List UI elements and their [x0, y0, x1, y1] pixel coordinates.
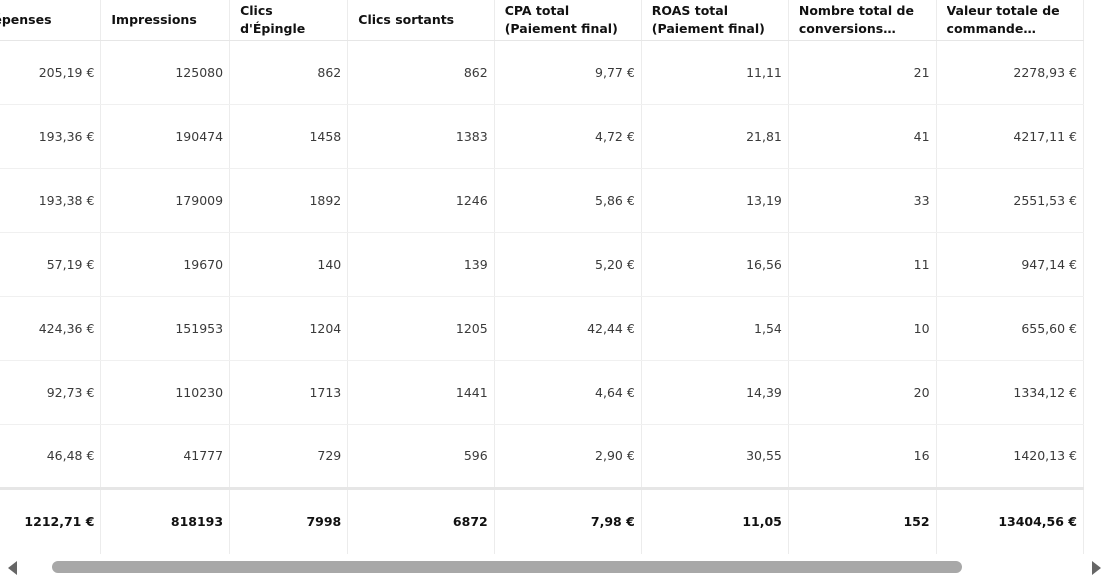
cell-outbound-clicks: 139: [347, 232, 495, 297]
cell-total-cpa: 5,86 €: [494, 168, 642, 233]
cell-outbound-clicks: 1205: [347, 296, 495, 361]
cell-spend: 205,19 €: [0, 40, 102, 105]
cell-total-conversions: 33: [788, 168, 937, 233]
cell-total-roas: 1,54: [641, 296, 789, 361]
cell-total-order-value: 1420,13 €: [936, 424, 1085, 489]
table-row: 46,48 € 41777 729 596 2,90 € 30,55 16 14…: [0, 424, 1085, 489]
table-row: 193,38 € 179009 1892 1246 5,86 € 13,19 3…: [0, 168, 1085, 233]
cell-total-conversions: 11: [788, 232, 937, 297]
cell-impressions: 19670: [100, 232, 231, 297]
cell-impressions: 125080: [100, 40, 231, 105]
cell-impressions: 41777: [100, 424, 231, 489]
column-header-spend[interactable]: Dépenses: [0, 0, 102, 41]
total-spend: 1212,71 €: [0, 486, 102, 554]
cell-impressions: 151953: [100, 296, 231, 361]
cell-spend: 46,48 €: [0, 424, 102, 489]
cell-outbound-clicks: 1246: [347, 168, 495, 233]
column-header-impressions[interactable]: Impressions: [100, 0, 231, 41]
report-table: Dépenses Impressions Clics d'Épingle Cli…: [0, 0, 1085, 554]
total-outbound-clicks: 6872: [347, 486, 495, 554]
cell-spend: 57,19 €: [0, 232, 102, 297]
header-row: Dépenses Impressions Clics d'Épingle Cli…: [0, 0, 1085, 41]
cell-impressions: 179009: [100, 168, 231, 233]
report-table-viewport: Dépenses Impressions Clics d'Épingle Cli…: [0, 0, 1111, 556]
cell-pin-clicks: 1713: [229, 360, 349, 425]
totals-row: 1212,71 € 818193 7998 6872 7,98 € 11,05 …: [0, 486, 1085, 554]
cell-total-order-value: 1334,12 €: [936, 360, 1085, 425]
table-row: 205,19 € 125080 862 862 9,77 € 11,11 21 …: [0, 40, 1085, 105]
cell-outbound-clicks: 1441: [347, 360, 495, 425]
cell-total-roas: 11,11: [641, 40, 789, 105]
cell-total-cpa: 5,20 €: [494, 232, 642, 297]
chevron-left-icon[interactable]: [8, 561, 17, 575]
cell-spend: 193,36 €: [0, 104, 102, 169]
scrollbar-thumb[interactable]: [52, 561, 962, 573]
horizontal-scrollbar[interactable]: [0, 556, 1111, 580]
cell-impressions: 190474: [100, 104, 231, 169]
cell-total-cpa: 4,72 €: [494, 104, 642, 169]
cell-total-cpa: 4,64 €: [494, 360, 642, 425]
cell-outbound-clicks: 596: [347, 424, 495, 489]
cell-total-cpa: 42,44 €: [494, 296, 642, 361]
cell-total-order-value: 947,14 €: [936, 232, 1085, 297]
cell-total-roas: 16,56: [641, 232, 789, 297]
cell-spend: 193,38 €: [0, 168, 102, 233]
cell-total-conversions: 16: [788, 424, 937, 489]
column-header-total-conversions[interactable]: Nombre total de conversions (Paiement fi…: [788, 0, 937, 41]
cell-total-order-value: 4217,11 €: [936, 104, 1085, 169]
column-header-outbound-clicks[interactable]: Clics sortants: [347, 0, 495, 41]
cell-pin-clicks: 1204: [229, 296, 349, 361]
cell-total-conversions: 21: [788, 40, 937, 105]
cell-total-cpa: 2,90 €: [494, 424, 642, 489]
cell-pin-clicks: 140: [229, 232, 349, 297]
cell-pin-clicks: 1458: [229, 104, 349, 169]
table-row: 424,36 € 151953 1204 1205 42,44 € 1,54 1…: [0, 296, 1085, 361]
cell-outbound-clicks: 1383: [347, 104, 495, 169]
total-conversions: 152: [788, 486, 937, 554]
cell-total-conversions: 20: [788, 360, 937, 425]
cell-outbound-clicks: 862: [347, 40, 495, 105]
column-header-total-order-value[interactable]: Valeur totale de commande (Paiement fina…: [936, 0, 1085, 41]
column-header-total-cpa[interactable]: CPA total (Paiement final): [494, 0, 642, 41]
cell-total-order-value: 655,60 €: [936, 296, 1085, 361]
scrollbar-track[interactable]: [20, 561, 1091, 573]
column-header-total-roas[interactable]: ROAS total (Paiement final): [641, 0, 789, 41]
cell-total-order-value: 2551,53 €: [936, 168, 1085, 233]
cell-total-roas: 14,39: [641, 360, 789, 425]
total-pin-clicks: 7998: [229, 486, 349, 554]
table-row: 193,36 € 190474 1458 1383 4,72 € 21,81 4…: [0, 104, 1085, 169]
total-roas: 11,05: [641, 486, 789, 554]
table-row: 92,73 € 110230 1713 1441 4,64 € 14,39 20…: [0, 360, 1085, 425]
cell-spend: 92,73 €: [0, 360, 102, 425]
column-header-pin-clicks[interactable]: Clics d'Épingle: [229, 0, 349, 41]
total-cpa: 7,98 €: [494, 486, 642, 554]
chevron-right-icon[interactable]: [1092, 561, 1101, 575]
cell-total-roas: 13,19: [641, 168, 789, 233]
cell-impressions: 110230: [100, 360, 231, 425]
cell-total-cpa: 9,77 €: [494, 40, 642, 105]
cell-total-conversions: 41: [788, 104, 937, 169]
total-order-value: 13404,56 €: [936, 486, 1085, 554]
cell-pin-clicks: 1892: [229, 168, 349, 233]
cell-spend: 424,36 €: [0, 296, 102, 361]
table-row: 57,19 € 19670 140 139 5,20 € 16,56 11 94…: [0, 232, 1085, 297]
cell-total-order-value: 2278,93 €: [936, 40, 1085, 105]
cell-total-roas: 21,81: [641, 104, 789, 169]
cell-pin-clicks: 729: [229, 424, 349, 489]
cell-total-conversions: 10: [788, 296, 937, 361]
total-impressions: 818193: [100, 486, 231, 554]
cell-total-roas: 30,55: [641, 424, 789, 489]
cell-pin-clicks: 862: [229, 40, 349, 105]
